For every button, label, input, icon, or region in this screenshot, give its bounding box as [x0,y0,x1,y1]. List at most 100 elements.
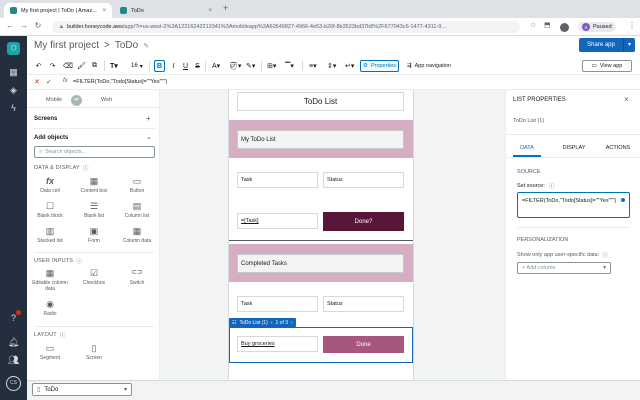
underline-button[interactable]: U [180,60,191,72]
task-data-cell[interactable]: =[Task] [237,213,318,229]
completed-header-text[interactable]: Completed Tasks [237,254,404,273]
object-stacked-list[interactable]: ▥ Stacked list [30,224,70,250]
cancel-icon[interactable]: ✕ [34,78,40,86]
wrap-icon[interactable]: ↵▾ [343,60,356,72]
object-screen[interactable]: ▯ Screen [74,341,114,367]
clear-format-icon[interactable]: ⌫ [61,60,75,72]
my-list-header-text[interactable]: My ToDo List [237,130,404,149]
task-column-header[interactable]: Task [237,172,318,188]
formula-input[interactable]: =FILTER(ToDo,"Todo[Status]=""Yes""") [73,79,167,85]
done-button[interactable]: Done [323,336,404,353]
chevron-down-icon[interactable]: ⌄ [146,133,152,141]
add-screen-icon[interactable]: + [146,114,151,123]
forward-icon[interactable]: → [18,21,30,30]
notifications-icon[interactable]: 🔔︎ [7,336,20,349]
tab-display[interactable]: DISPLAY [557,145,591,151]
view-app-button[interactable]: ▭ View app [582,60,632,72]
paint-format-icon[interactable]: 🖌︎ [75,60,88,72]
new-tab-icon[interactable]: + [223,3,228,13]
browser-tab-builder[interactable]: My first project | ToDo | Amaz... × [4,3,112,18]
vertical-align-icon[interactable]: ⇕▾ [325,60,338,72]
mobile-label[interactable]: Mobile [46,97,62,103]
strikethrough-button[interactable]: S [192,60,203,72]
object-label: Switch [129,280,145,286]
info-icon[interactable]: ⓘ [602,251,608,259]
properties-button[interactable]: ⚙ Properties [360,60,400,72]
app-navigation-button[interactable]: ⇶ App navigation [405,60,453,72]
object-checkbox[interactable]: ☑ Checkbox [74,266,114,292]
close-icon[interactable]: × [102,8,106,14]
selected-list-label[interactable]: ☷ ToDo List (1) ‹ 1 of 3 › [229,318,296,327]
edit-pencil-icon[interactable]: ✎ [143,42,149,50]
fill-color-icon[interactable]: 🪣︎▾ [227,60,243,72]
text-color-icon[interactable]: A▾ [210,60,222,72]
reload-icon[interactable]: ↻ [32,21,44,30]
object-form[interactable]: ▣ Form [74,224,114,250]
chevron-left-icon[interactable]: ‹ [271,320,273,326]
border-style-icon[interactable]: ▔▾ [283,60,296,72]
back-icon[interactable]: ← [4,21,16,30]
completed-task-cell[interactable]: Buy groceries [237,336,318,352]
text-style-icon[interactable]: T▾ [108,60,120,72]
done-question-button[interactable]: Done? [323,212,404,231]
address-bar[interactable]: 🔒︎ builder.honeycode.aws /app/?i=us-west… [52,21,520,33]
device-switch-icon[interactable]: ⇄ [71,95,82,106]
search-objects-input[interactable]: ⌕ Search objects... [34,146,155,158]
browser-menu-icon[interactable]: ⋮ [628,21,636,30]
status-column-header[interactable]: Status [323,296,404,312]
undo-icon[interactable]: ↶ [33,60,44,72]
object-column-list[interactable]: ▤ Column list [117,199,157,225]
info-icon[interactable]: ⓘ [76,257,82,265]
borders-icon[interactable]: ⊞▾ [265,60,278,72]
object-content-box[interactable]: ▦ Content box [74,174,114,200]
web-label[interactable]: Web [101,97,112,103]
star-icon[interactable]: ☆ [530,21,536,29]
chevron-right-icon[interactable]: › [291,320,293,326]
status-column-header[interactable]: Status [323,172,404,188]
close-icon[interactable]: × [624,95,629,104]
redo-icon[interactable]: ↷ [47,60,58,72]
share-dropdown-icon[interactable]: ▾ [623,38,635,52]
honeycode-logo-icon[interactable]: ⬡ [7,42,20,55]
border-color-icon[interactable]: ✎▾ [244,60,257,72]
device-toggle[interactable]: Mobile ⇄ Web [19,95,112,106]
object-label: Button [129,188,145,194]
task-column-header[interactable]: Task [237,296,318,312]
profile-button[interactable]: S Paused [578,22,616,32]
browser-tab-todo[interactable]: ToDo × [114,3,218,18]
object-column-data[interactable]: ▦ Column data [117,224,157,250]
info-icon[interactable]: ⓘ [60,331,66,339]
team-icon[interactable]: 👥︎ [7,354,20,367]
extension-icon[interactable]: ⬒ [544,21,551,29]
object-segment[interactable]: ▭ Segment [30,341,70,367]
italic-button[interactable]: I [168,60,179,72]
object-button[interactable]: ▭ Button [117,174,157,200]
object-switch[interactable]: ⊂⊃ Switch [117,266,157,292]
confirm-icon[interactable]: ✓ [46,78,52,86]
align-left-icon[interactable]: ≡▾ [307,60,319,72]
close-icon[interactable]: × [208,8,212,14]
bold-button[interactable]: B [154,60,166,72]
tables-icon[interactable]: ▦ [7,66,20,79]
tab-actions[interactable]: ACTIONS [601,145,635,151]
tab-data[interactable]: DATA [513,145,541,151]
breadcrumb-project[interactable]: My first project [34,40,99,51]
object-radio[interactable]: ◉ Radio [30,297,70,323]
copy-icon[interactable]: ⧉ [89,60,100,72]
navigation-icon: ⇶ [407,63,412,69]
info-icon[interactable]: ⓘ [83,164,89,172]
add-column-select[interactable]: + Add column ▾ [517,262,611,274]
screen-select[interactable]: ▯ ToDo ▾ [32,383,132,396]
share-app-button[interactable]: Share app [579,38,623,52]
object-data-cell[interactable]: fx Data cell [30,174,70,200]
object-blank-block[interactable]: ☐ Blank block [30,199,70,225]
object-blank-list[interactable]: ☰ Blank list [74,199,114,225]
font-size-select[interactable]: 16 ▾ [129,60,145,72]
info-icon[interactable]: ⓘ [549,182,555,190]
breadcrumb-app[interactable]: ToDo [115,40,138,51]
user-avatar[interactable]: CS [6,376,21,391]
object-editable-column-data[interactable]: ▦ Editable column data [30,266,70,296]
extension-avatar-icon[interactable] [560,23,569,32]
source-formula-input[interactable]: =FILTER(ToDo,"Todo[Status]=""Yes""") [517,192,630,218]
screen-title[interactable]: ToDo List [237,92,404,111]
